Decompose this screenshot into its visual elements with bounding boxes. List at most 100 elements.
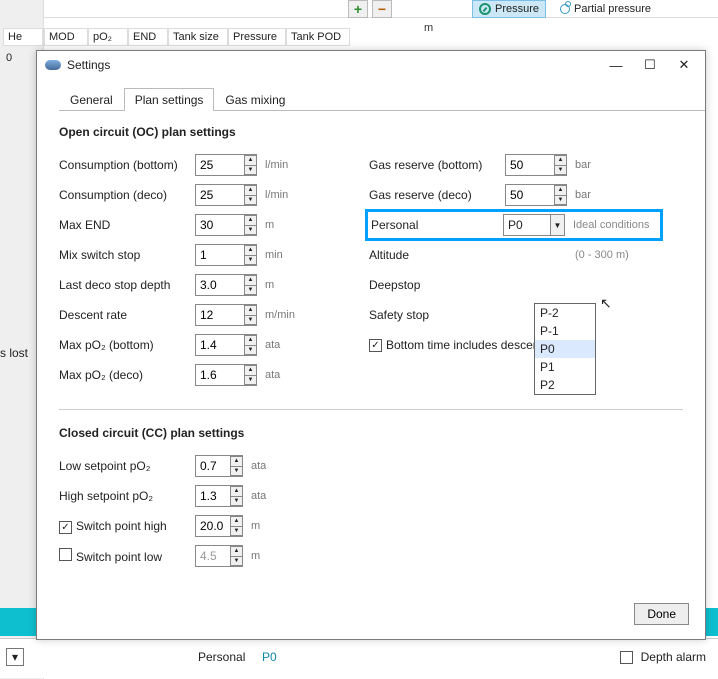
consumption-bottom-label: Consumption (bottom) xyxy=(59,158,195,172)
high-setpoint-label: High setpoint pO₂ xyxy=(59,489,195,503)
bottom-dropdown-small[interactable]: ▾ xyxy=(6,648,24,666)
max-po2-bottom-label: Max pO₂ (bottom) xyxy=(59,338,195,352)
unit: ata xyxy=(251,460,291,472)
unit: l/min xyxy=(265,189,305,201)
spinner[interactable]: ▲▼ xyxy=(554,185,566,205)
divider xyxy=(59,409,683,410)
switch-point-low-check[interactable]: Switch point low xyxy=(59,548,195,564)
unit: m xyxy=(265,279,305,291)
altitude-label: Altitude xyxy=(369,248,505,262)
tab-bar: General Plan settings Gas mixing xyxy=(59,87,705,111)
chevron-down-icon: ▼ xyxy=(550,215,564,235)
cc-column: Low setpoint pO₂ ▲▼ ata High setpoint pO₂ ▲… xyxy=(59,454,349,568)
switch-point-high-check[interactable]: ✓Switch point high xyxy=(59,519,195,534)
remove-button[interactable]: − xyxy=(372,0,392,18)
done-button[interactable]: Done xyxy=(634,603,689,625)
spinner[interactable]: ▲▼ xyxy=(230,486,242,506)
unit: m xyxy=(265,219,305,231)
add-button[interactable]: + xyxy=(348,0,368,18)
personal-select[interactable]: P0 ▼ xyxy=(503,214,565,236)
depth-alarm-label: Depth alarm xyxy=(641,650,706,664)
unit: m/min xyxy=(265,309,305,321)
gas-reserve-bottom-label: Gas reserve (bottom) xyxy=(369,158,505,172)
settings-dialog: Settings — ☐ ✕ General Plan settings Gas… xyxy=(36,50,706,640)
dialog-content: Open circuit (OC) plan settings Consumpt… xyxy=(37,111,705,568)
header-po2: pO₂ xyxy=(88,28,128,46)
minimize-button[interactable]: — xyxy=(599,54,633,76)
partial-pressure-toggle[interactable]: Partial pressure xyxy=(554,0,657,18)
dialog-title: Settings xyxy=(67,58,110,72)
unit: m xyxy=(251,520,291,532)
bottom-bar xyxy=(0,638,718,678)
safety-stop-label: Safety stop xyxy=(369,308,505,322)
unit: bar xyxy=(575,159,615,171)
altitude-hint: (0 - 300 m) xyxy=(575,249,629,261)
oc-section-title: Open circuit (OC) plan settings xyxy=(59,125,683,139)
option-p-1[interactable]: P-1 xyxy=(535,322,595,340)
gas-reserve-deco-label: Gas reserve (deco) xyxy=(369,188,505,202)
gauge-icon xyxy=(479,3,491,15)
header-tanksize: Tank size xyxy=(168,28,228,46)
pressure-toggle[interactable]: Pressure xyxy=(472,0,546,18)
last-deco-label: Last deco stop depth xyxy=(59,278,195,292)
option-p-2[interactable]: P-2 xyxy=(535,304,595,322)
pressure-label: Pressure xyxy=(495,3,539,15)
option-p2[interactable]: P2 xyxy=(535,376,595,394)
unit: min xyxy=(265,249,305,261)
option-p0[interactable]: P0 xyxy=(535,340,595,358)
app-background: + − Pressure Partial pressure m He 0 MOD… xyxy=(0,0,718,679)
spinner[interactable]: ▲▼ xyxy=(244,185,256,205)
spinner[interactable]: ▲▼ xyxy=(244,335,256,355)
max-end-label: Max END xyxy=(59,218,195,232)
tab-gas-mixing[interactable]: Gas mixing xyxy=(214,88,296,111)
oc-right-column: Gas reserve (bottom) ▲▼ bar Gas reserve (d… xyxy=(369,153,659,393)
maximize-button[interactable]: ☐ xyxy=(633,54,667,76)
spinner[interactable]: ▲▼ xyxy=(244,365,256,385)
personal-value: P0 xyxy=(508,218,523,232)
titlebar[interactable]: Settings — ☐ ✕ xyxy=(37,51,705,79)
spinner[interactable]: ▲▼ xyxy=(244,275,256,295)
unit: bar xyxy=(575,189,615,201)
header-end: END xyxy=(128,28,168,46)
unit: ata xyxy=(265,339,305,351)
unit: l/min xyxy=(265,159,305,171)
app-icon xyxy=(45,60,61,70)
header-pressure: Pressure xyxy=(228,28,286,46)
spinner[interactable]: ▲▼ xyxy=(244,215,256,235)
personal-label: Personal xyxy=(371,218,503,232)
header-tankpod: Tank POD xyxy=(286,28,350,46)
spinner[interactable]: ▲▼ xyxy=(244,305,256,325)
consumption-deco-label: Consumption (deco) xyxy=(59,188,195,202)
spinner[interactable]: ▲▼ xyxy=(230,456,242,476)
spinner[interactable]: ▲▼ xyxy=(244,155,256,175)
personal-dropdown[interactable]: P-2 P-1 P0 P1 P2 xyxy=(534,303,596,395)
chevron-down-icon: ▾ xyxy=(12,650,18,664)
depth-alarm-checkbox[interactable]: Depth alarm xyxy=(620,650,706,664)
personal-hint: Ideal conditions xyxy=(573,219,649,231)
max-po2-deco-label: Max pO₂ (deco) xyxy=(59,368,195,382)
spinner[interactable]: ▲▼ xyxy=(244,245,256,265)
unit: m xyxy=(251,550,291,562)
partial-pressure-label: Partial pressure xyxy=(574,3,651,15)
bottom-personal-value: P0 xyxy=(262,650,277,664)
header-he: He xyxy=(3,28,43,46)
deepstop-label: Deepstop xyxy=(369,278,505,292)
spinner[interactable]: ▲▼ xyxy=(230,546,242,566)
descent-rate-label: Descent rate xyxy=(59,308,195,322)
tab-plan-settings[interactable]: Plan settings xyxy=(124,88,215,111)
option-p1[interactable]: P1 xyxy=(535,358,595,376)
cc-section-title: Closed circuit (CC) plan settings xyxy=(59,426,683,440)
tab-general[interactable]: General xyxy=(59,88,124,111)
spinner[interactable]: ▲▼ xyxy=(554,155,566,175)
checkbox-icon xyxy=(620,651,633,664)
mix-switch-label: Mix switch stop xyxy=(59,248,195,262)
unit: ata xyxy=(251,490,291,502)
spinner[interactable]: ▲▼ xyxy=(230,516,242,536)
partial-pressure-icon xyxy=(560,4,570,14)
low-setpoint-label: Low setpoint pO₂ xyxy=(59,459,195,473)
bottom-time-checkbox[interactable]: ✓ xyxy=(369,339,382,352)
close-button[interactable]: ✕ xyxy=(667,54,701,76)
row-value-0: 0 xyxy=(6,52,12,64)
unit: ata xyxy=(265,369,305,381)
bottom-personal-label: Personal xyxy=(198,650,245,664)
